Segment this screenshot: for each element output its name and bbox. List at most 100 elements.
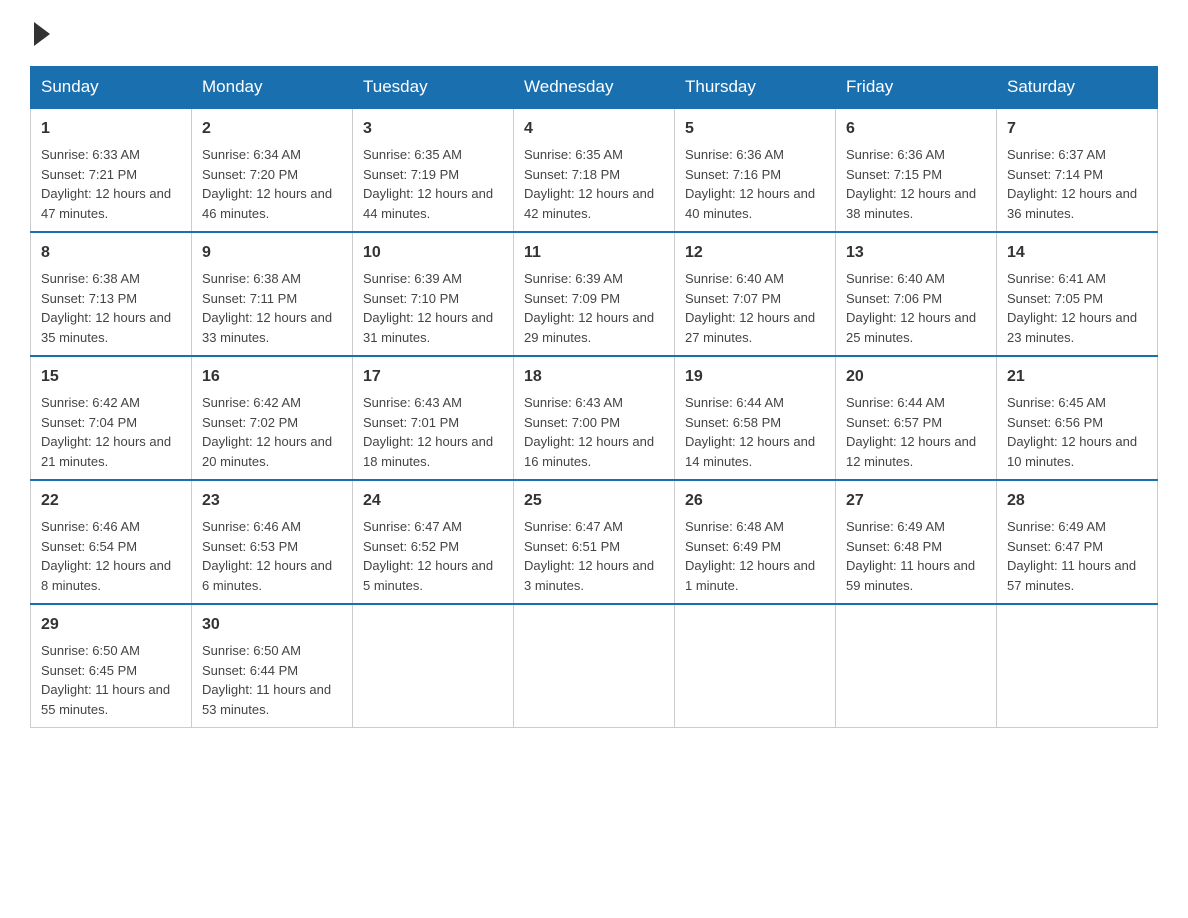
day-number: 17 [363,365,503,389]
day-sunrise: Sunrise: 6:39 AM [363,271,462,286]
day-sunrise: Sunrise: 6:49 AM [1007,519,1106,534]
weekday-header-saturday: Saturday [997,67,1158,109]
day-number: 5 [685,117,825,141]
day-sunrise: Sunrise: 6:45 AM [1007,395,1106,410]
day-daylight: Daylight: 12 hours and 8 minutes. [41,558,171,593]
day-daylight: Daylight: 12 hours and 23 minutes. [1007,310,1137,345]
day-sunrise: Sunrise: 6:40 AM [685,271,784,286]
calendar-day-cell: 14 Sunrise: 6:41 AM Sunset: 7:05 PM Dayl… [997,232,1158,356]
day-sunset: Sunset: 7:20 PM [202,167,298,182]
day-sunrise: Sunrise: 6:35 AM [363,147,462,162]
calendar-day-cell: 6 Sunrise: 6:36 AM Sunset: 7:15 PM Dayli… [836,108,997,232]
calendar-day-cell: 3 Sunrise: 6:35 AM Sunset: 7:19 PM Dayli… [353,108,514,232]
day-number: 11 [524,241,664,265]
day-sunrise: Sunrise: 6:42 AM [41,395,140,410]
day-number: 7 [1007,117,1147,141]
calendar-day-cell: 23 Sunrise: 6:46 AM Sunset: 6:53 PM Dayl… [192,480,353,604]
calendar-day-cell: 27 Sunrise: 6:49 AM Sunset: 6:48 PM Dayl… [836,480,997,604]
day-sunset: Sunset: 7:11 PM [202,291,297,306]
calendar-empty-cell [353,604,514,728]
day-daylight: Daylight: 12 hours and 1 minute. [685,558,815,593]
day-number: 2 [202,117,342,141]
day-daylight: Daylight: 12 hours and 42 minutes. [524,186,654,221]
day-number: 6 [846,117,986,141]
calendar-day-cell: 29 Sunrise: 6:50 AM Sunset: 6:45 PM Dayl… [31,604,192,728]
day-sunrise: Sunrise: 6:47 AM [524,519,623,534]
day-daylight: Daylight: 12 hours and 33 minutes. [202,310,332,345]
day-sunset: Sunset: 7:21 PM [41,167,137,182]
calendar-day-cell: 28 Sunrise: 6:49 AM Sunset: 6:47 PM Dayl… [997,480,1158,604]
day-sunset: Sunset: 6:53 PM [202,539,298,554]
day-daylight: Daylight: 12 hours and 25 minutes. [846,310,976,345]
day-number: 27 [846,489,986,513]
day-number: 22 [41,489,181,513]
calendar-day-cell: 13 Sunrise: 6:40 AM Sunset: 7:06 PM Dayl… [836,232,997,356]
day-daylight: Daylight: 12 hours and 47 minutes. [41,186,171,221]
day-daylight: Daylight: 12 hours and 31 minutes. [363,310,493,345]
calendar-week-row: 22 Sunrise: 6:46 AM Sunset: 6:54 PM Dayl… [31,480,1158,604]
day-sunset: Sunset: 7:14 PM [1007,167,1103,182]
day-number: 1 [41,117,181,141]
day-sunset: Sunset: 7:16 PM [685,167,781,182]
day-daylight: Daylight: 12 hours and 27 minutes. [685,310,815,345]
day-sunset: Sunset: 6:56 PM [1007,415,1103,430]
day-sunrise: Sunrise: 6:38 AM [202,271,301,286]
calendar-week-row: 8 Sunrise: 6:38 AM Sunset: 7:13 PM Dayli… [31,232,1158,356]
day-sunset: Sunset: 7:04 PM [41,415,137,430]
day-number: 30 [202,613,342,637]
day-sunset: Sunset: 6:51 PM [524,539,620,554]
calendar-day-cell: 10 Sunrise: 6:39 AM Sunset: 7:10 PM Dayl… [353,232,514,356]
day-daylight: Daylight: 11 hours and 57 minutes. [1007,558,1136,593]
day-sunrise: Sunrise: 6:42 AM [202,395,301,410]
day-number: 28 [1007,489,1147,513]
day-daylight: Daylight: 12 hours and 10 minutes. [1007,434,1137,469]
day-sunrise: Sunrise: 6:44 AM [846,395,945,410]
calendar-day-cell: 4 Sunrise: 6:35 AM Sunset: 7:18 PM Dayli… [514,108,675,232]
calendar-day-cell: 21 Sunrise: 6:45 AM Sunset: 6:56 PM Dayl… [997,356,1158,480]
day-sunrise: Sunrise: 6:36 AM [685,147,784,162]
day-number: 21 [1007,365,1147,389]
page-header [30,20,1158,46]
weekday-header-sunday: Sunday [31,67,192,109]
calendar-day-cell: 19 Sunrise: 6:44 AM Sunset: 6:58 PM Dayl… [675,356,836,480]
day-number: 24 [363,489,503,513]
day-sunset: Sunset: 7:13 PM [41,291,137,306]
calendar-empty-cell [997,604,1158,728]
day-daylight: Daylight: 12 hours and 36 minutes. [1007,186,1137,221]
calendar-day-cell: 15 Sunrise: 6:42 AM Sunset: 7:04 PM Dayl… [31,356,192,480]
day-sunrise: Sunrise: 6:48 AM [685,519,784,534]
day-sunrise: Sunrise: 6:36 AM [846,147,945,162]
day-number: 23 [202,489,342,513]
calendar-day-cell: 25 Sunrise: 6:47 AM Sunset: 6:51 PM Dayl… [514,480,675,604]
calendar-week-row: 15 Sunrise: 6:42 AM Sunset: 7:04 PM Dayl… [31,356,1158,480]
day-sunset: Sunset: 7:15 PM [846,167,942,182]
day-sunset: Sunset: 7:05 PM [1007,291,1103,306]
calendar-day-cell: 2 Sunrise: 6:34 AM Sunset: 7:20 PM Dayli… [192,108,353,232]
calendar-day-cell: 7 Sunrise: 6:37 AM Sunset: 7:14 PM Dayli… [997,108,1158,232]
day-daylight: Daylight: 11 hours and 53 minutes. [202,682,331,717]
day-daylight: Daylight: 12 hours and 3 minutes. [524,558,654,593]
day-sunrise: Sunrise: 6:40 AM [846,271,945,286]
day-sunset: Sunset: 7:02 PM [202,415,298,430]
day-sunset: Sunset: 6:49 PM [685,539,781,554]
day-number: 18 [524,365,664,389]
day-sunset: Sunset: 7:10 PM [363,291,459,306]
calendar-day-cell: 20 Sunrise: 6:44 AM Sunset: 6:57 PM Dayl… [836,356,997,480]
day-daylight: Daylight: 12 hours and 6 minutes. [202,558,332,593]
day-daylight: Daylight: 12 hours and 46 minutes. [202,186,332,221]
day-sunrise: Sunrise: 6:39 AM [524,271,623,286]
day-sunset: Sunset: 6:44 PM [202,663,298,678]
day-sunrise: Sunrise: 6:37 AM [1007,147,1106,162]
day-sunrise: Sunrise: 6:46 AM [41,519,140,534]
day-sunset: Sunset: 7:01 PM [363,415,459,430]
weekday-header-monday: Monday [192,67,353,109]
calendar-week-row: 29 Sunrise: 6:50 AM Sunset: 6:45 PM Dayl… [31,604,1158,728]
day-sunrise: Sunrise: 6:46 AM [202,519,301,534]
day-number: 29 [41,613,181,637]
day-number: 4 [524,117,664,141]
calendar-table: SundayMondayTuesdayWednesdayThursdayFrid… [30,66,1158,728]
day-sunrise: Sunrise: 6:50 AM [41,643,140,658]
day-daylight: Daylight: 12 hours and 21 minutes. [41,434,171,469]
day-number: 13 [846,241,986,265]
day-sunrise: Sunrise: 6:43 AM [524,395,623,410]
